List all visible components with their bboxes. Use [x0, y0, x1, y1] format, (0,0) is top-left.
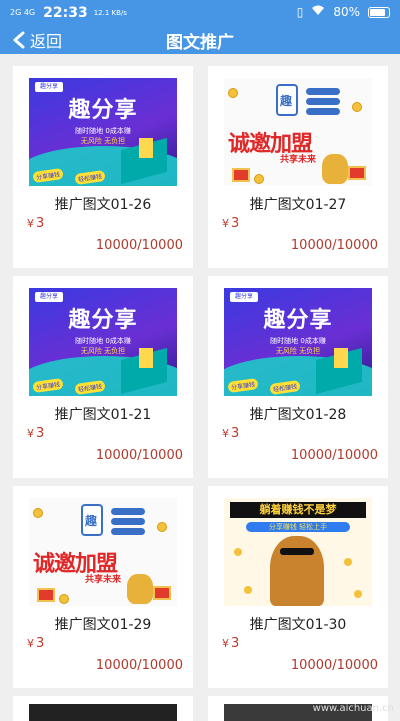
art-subline: 共享未来	[280, 155, 317, 165]
card-stock: 10000/10000	[290, 658, 378, 673]
wifi-icon	[311, 5, 325, 19]
card-price: ¥3	[27, 216, 44, 231]
art-headline: 趣分享	[68, 307, 138, 333]
network-speed: 12.1 KB/s	[93, 8, 127, 17]
battery-icon	[368, 6, 390, 18]
sunglasses-icon	[280, 548, 314, 555]
promo-thumbnail: 诚邀加盟 共享未来	[224, 78, 372, 186]
card-stock: 10000/10000	[290, 448, 378, 463]
watermark: www.aichuan.cn	[312, 703, 394, 714]
promo-thumbnail: 趣分享 趣分享 随时随地 0成本赚 无风险 无负担 分享赚钱 轻松赚钱	[29, 288, 177, 396]
money-bag-icon	[322, 154, 348, 184]
promo-card[interactable]: 诚邀加盟 共享未来 推广图文01-29 ¥3 10000/10000	[13, 486, 193, 688]
currency-symbol: ¥	[27, 427, 34, 440]
clock: 22:33	[43, 5, 88, 21]
card-title: 推广图文01-30	[249, 617, 347, 633]
coin-icon	[234, 548, 242, 556]
coin-icon	[352, 102, 362, 112]
phone-icon	[276, 84, 298, 116]
art-pill	[306, 88, 340, 95]
status-right: ▯ 80%	[297, 5, 390, 19]
coin-icon	[33, 508, 43, 518]
promo-thumbnail: 趣分享 趣分享 随时随地 0成本赚 无风险 无负担 分享赚钱 轻松赚钱	[29, 78, 177, 186]
promo-thumbnail	[29, 704, 177, 721]
vibrate-icon: ▯	[296, 5, 304, 19]
promo-thumbnail: 趣分享 趣分享 随时随地 0成本赚 无风险 无负担 分享赚钱 轻松赚钱	[224, 288, 372, 396]
brand-logo: 趣分享	[35, 292, 63, 302]
card-price: ¥3	[222, 426, 239, 441]
gift-icon	[37, 588, 55, 602]
nav-bar: 返回 图文推广	[0, 26, 400, 54]
price-value: 3	[36, 426, 45, 441]
coin-icon	[228, 88, 238, 98]
gift-icon	[348, 166, 366, 180]
card-stock: 10000/10000	[95, 448, 183, 463]
card-price: ¥3	[27, 636, 44, 651]
page-title: 图文推广	[166, 33, 234, 53]
signal-indicator: 2G 4G	[10, 8, 36, 17]
art-line: 随时随地 0成本赚	[75, 337, 131, 345]
art-figure	[270, 536, 324, 606]
brand-logo: 趣分享	[230, 292, 258, 302]
art-building	[334, 348, 348, 368]
status-bar: 2G 4G 22:33 12.1 KB/s ▯ 80%	[0, 0, 400, 26]
card-stock: 10000/10000	[95, 658, 183, 673]
card-stock: 10000/10000	[290, 238, 378, 253]
price-value: 3	[36, 216, 45, 231]
card-title: 推广图文01-26	[54, 197, 152, 213]
art-building	[139, 138, 153, 158]
card-title: 推广图文01-28	[249, 407, 347, 423]
currency-symbol: ¥	[222, 427, 229, 440]
card-price: ¥3	[27, 426, 44, 441]
promo-card-partial[interactable]	[13, 696, 193, 721]
coin-icon	[254, 174, 264, 184]
promo-card[interactable]: 趣分享 趣分享 随时随地 0成本赚 无风险 无负担 分享赚钱 轻松赚钱 推广图文…	[208, 276, 388, 478]
art-pill	[306, 98, 340, 105]
card-stock: 10000/10000	[95, 238, 183, 253]
art-banner: 躺着赚钱不是梦	[230, 502, 366, 518]
promo-thumbnail: 诚邀加盟 共享未来	[29, 498, 177, 606]
art-building	[139, 348, 153, 368]
price-value: 3	[36, 636, 45, 651]
art-line: 随时随地 0成本赚	[270, 337, 326, 345]
card-price: ¥3	[222, 636, 239, 651]
promo-card[interactable]: 躺着赚钱不是梦 分享赚钱 轻松上手 推广图文01-30 ¥3 10000/100…	[208, 486, 388, 688]
coin-icon	[244, 586, 252, 594]
art-subline: 共享未来	[85, 575, 122, 585]
currency-symbol: ¥	[222, 637, 229, 650]
price-value: 3	[231, 636, 240, 651]
currency-symbol: ¥	[222, 217, 229, 230]
card-title: 推广图文01-29	[54, 617, 152, 633]
currency-symbol: ¥	[27, 637, 34, 650]
coin-icon	[157, 522, 167, 532]
art-headline: 趣分享	[263, 307, 333, 333]
coin-icon	[344, 558, 352, 566]
brand-logo: 趣分享	[35, 82, 63, 92]
status-left: 2G 4G 22:33 12.1 KB/s	[10, 5, 127, 21]
gift-icon	[232, 168, 250, 182]
card-price: ¥3	[222, 216, 239, 231]
art-pill	[111, 508, 145, 515]
art-pill	[111, 518, 145, 525]
money-bag-icon	[127, 574, 153, 604]
card-title: 推广图文01-27	[249, 197, 347, 213]
battery-percent: 80%	[333, 5, 360, 19]
art-ribbon: 分享赚钱 轻松上手	[246, 522, 350, 532]
price-value: 3	[231, 426, 240, 441]
gift-icon	[153, 586, 171, 600]
art-pill	[306, 108, 340, 115]
card-title: 推广图文01-21	[54, 407, 152, 423]
art-pill	[111, 528, 145, 535]
coin-icon	[59, 594, 69, 604]
currency-symbol: ¥	[27, 217, 34, 230]
price-value: 3	[231, 216, 240, 231]
promo-card[interactable]: 诚邀加盟 共享未来 推广图文01-27 ¥3 10000/10000	[208, 66, 388, 268]
art-line: 随时随地 0成本赚	[75, 127, 131, 135]
art-headline: 趣分享	[68, 97, 138, 123]
coin-icon	[354, 590, 362, 598]
promo-card[interactable]: 趣分享 趣分享 随时随地 0成本赚 无风险 无负担 分享赚钱 轻松赚钱 推广图文…	[13, 276, 193, 478]
promo-card[interactable]: 趣分享 趣分享 随时随地 0成本赚 无风险 无负担 分享赚钱 轻松赚钱 推广图文…	[13, 66, 193, 268]
promo-thumbnail: 躺着赚钱不是梦 分享赚钱 轻松上手	[224, 498, 372, 606]
phone-icon	[81, 504, 103, 536]
